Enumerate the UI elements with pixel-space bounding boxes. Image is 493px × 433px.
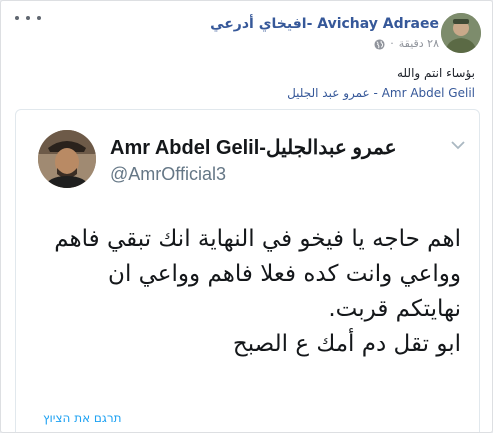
tweet-handle[interactable]: @AmrOfficial3	[110, 163, 226, 185]
facebook-post: Avichay Adraee -افيخاي أدرعي ٢٨ دقيقة · …	[0, 0, 493, 433]
tweet-line: اهم حاجه يا فيخو في النهاية انك تبقي فاه…	[54, 226, 461, 252]
globe-icon	[374, 38, 385, 50]
tweet-body: اهم حاجه يا فيخو في النهاية انك تبقي فاه…	[26, 222, 461, 362]
author-avatar[interactable]	[441, 13, 481, 53]
tagged-link[interactable]: Amr Abdel Gelil - عمرو عبد الجليل	[287, 85, 475, 101]
post-meta: ٢٨ دقيقة ·	[210, 36, 439, 52]
tweet-author-name[interactable]: Amr Abdel Gelil-عمرو عبدالجليل	[110, 136, 397, 160]
meta-separator: ·	[390, 37, 394, 50]
chevron-down-icon[interactable]	[451, 140, 465, 150]
dot	[15, 16, 19, 20]
tweet-line: نهايتكم قربت.	[328, 296, 461, 322]
more-options-icon[interactable]	[15, 11, 41, 25]
tweet-avatar-image	[38, 130, 96, 188]
embedded-tweet[interactable]: Amr Abdel Gelil-عمرو عبدالجليل @AmrOffic…	[15, 109, 480, 432]
avatar-image	[441, 13, 481, 53]
post-header: Avichay Adraee -افيخاي أدرعي ٢٨ دقيقة ·	[210, 15, 439, 52]
tweet-avatar[interactable]	[38, 130, 96, 188]
dot	[37, 16, 41, 20]
author-name[interactable]: Avichay Adraee -افيخاي أدرعي	[210, 15, 439, 33]
translate-tweet-link[interactable]: תרגם את הציוץ	[43, 411, 122, 425]
tweet-line: ابو تقل دم أمك ع الصبح	[232, 331, 461, 357]
dot	[26, 16, 30, 20]
timestamp[interactable]: ٢٨ دقيقة	[399, 36, 439, 52]
post-text: بؤساء انتم والله	[397, 66, 475, 80]
tweet-line: وواعي وانت كده فعلا فاهم وواعي ان	[108, 261, 461, 287]
